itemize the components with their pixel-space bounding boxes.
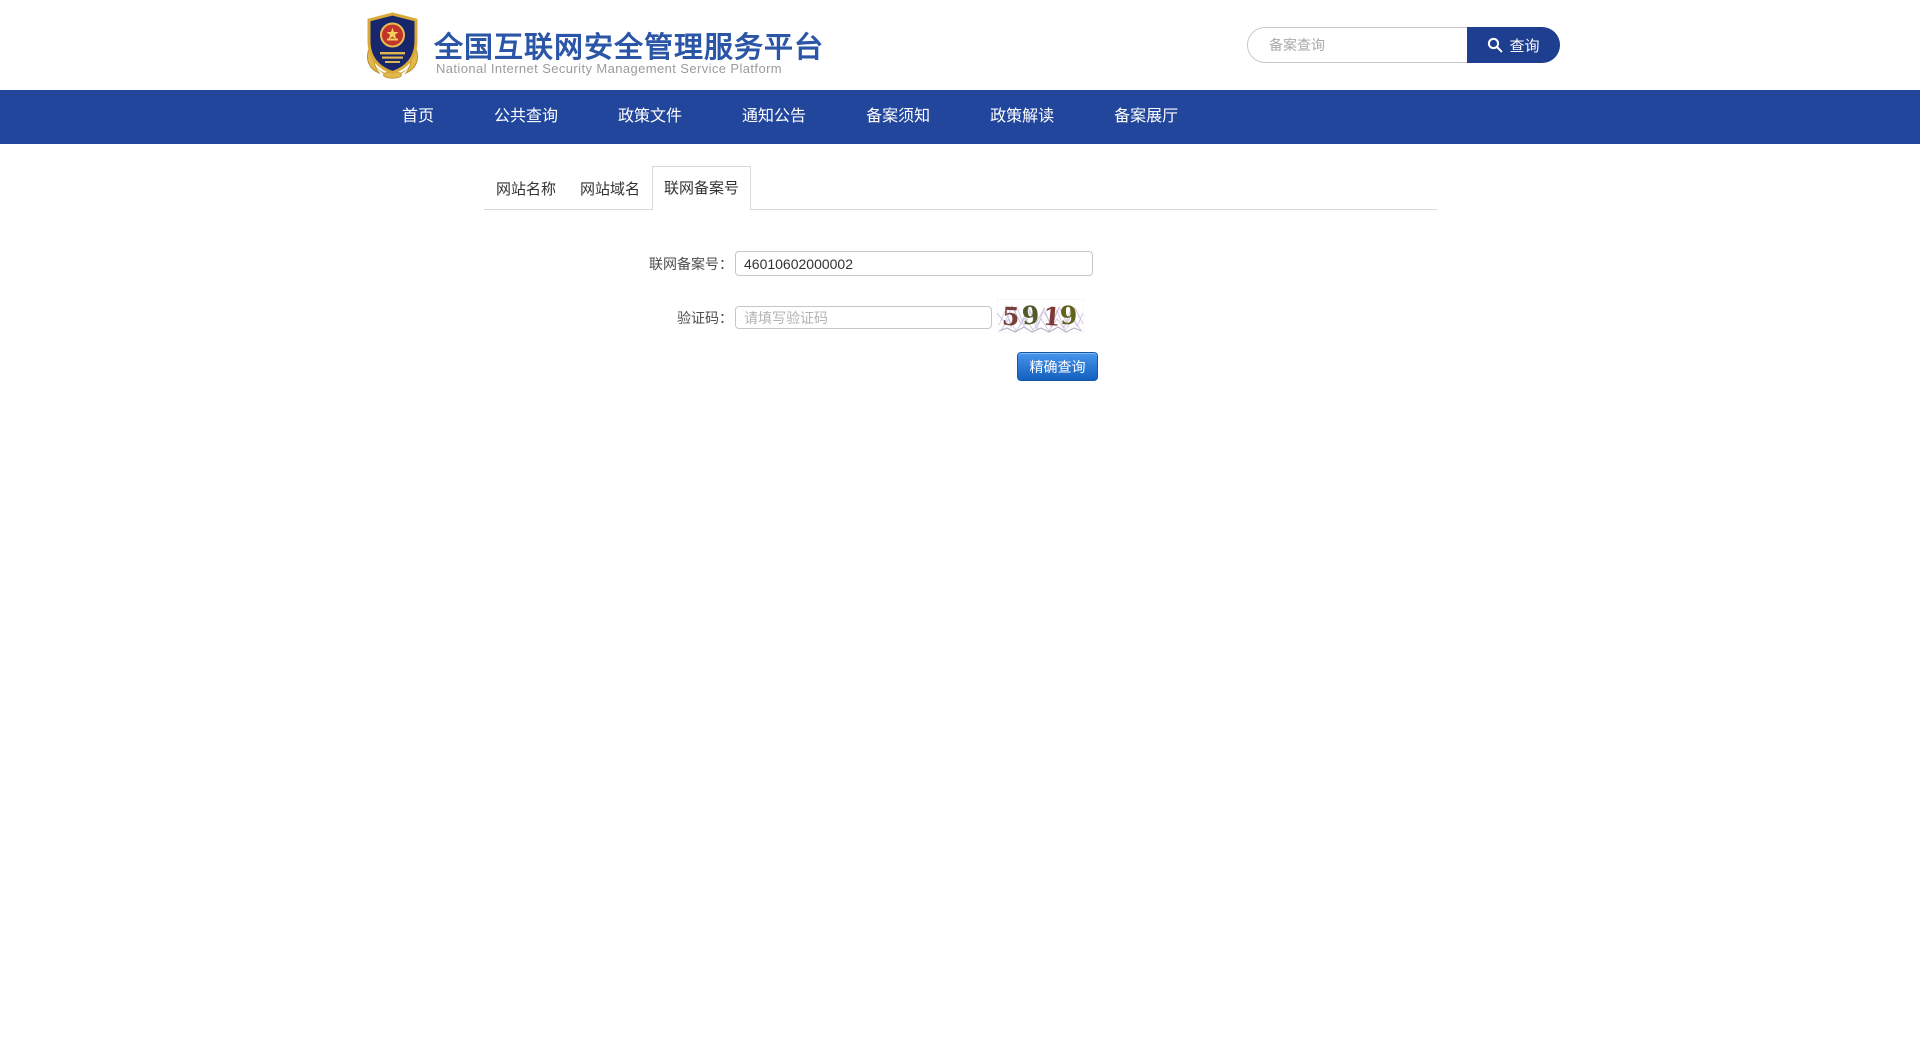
search-button[interactable]: 查询 xyxy=(1467,27,1560,63)
nav-item-policy-documents[interactable]: 政策文件 xyxy=(588,90,712,144)
search-icon xyxy=(1487,37,1503,53)
nav-items: 首页 公共查询 政策文件 通知公告 备案须知 政策解读 备案展厅 xyxy=(372,90,1920,144)
tab-filing-number[interactable]: 联网备案号 xyxy=(652,166,751,210)
page-subtitle: National Internet Security Management Se… xyxy=(436,61,782,76)
tab-website-domain[interactable]: 网站域名 xyxy=(568,166,652,209)
nav-item-notices[interactable]: 通知公告 xyxy=(712,90,836,144)
captcha-digit-4: 9 xyxy=(1059,300,1078,330)
search-button-label: 查询 xyxy=(1509,35,1539,56)
captcha-label: 验证码： xyxy=(485,306,733,330)
nav-item-filing-guide[interactable]: 备案须知 xyxy=(836,90,960,144)
captcha-digit-2: 9 xyxy=(1021,300,1040,330)
captcha-image[interactable]: 5 9 1 9 xyxy=(997,299,1084,333)
header-search: 查询 xyxy=(1247,27,1560,63)
nav-item-policy-interpretation[interactable]: 政策解读 xyxy=(960,90,1084,144)
captcha-input[interactable] xyxy=(735,306,992,329)
page-title: 全国互联网安全管理服务平台 xyxy=(434,24,824,66)
filing-number-label: 联网备案号： xyxy=(485,252,733,276)
filing-number-input[interactable] xyxy=(735,251,1093,276)
precise-query-button[interactable]: 精确查询 xyxy=(1017,352,1098,381)
nav-item-filing-hall[interactable]: 备案展厅 xyxy=(1084,90,1208,144)
captcha-digit-1: 5 xyxy=(1001,302,1020,332)
query-tabs-section: 网站名称 网站域名 联网备案号 xyxy=(484,166,1437,210)
nav-item-public-query[interactable]: 公共查询 xyxy=(464,90,588,144)
police-badge-logo xyxy=(363,11,422,79)
nav-item-home[interactable]: 首页 xyxy=(372,90,464,144)
page: 全国互联网安全管理服务平台 National Internet Security… xyxy=(0,0,1920,1040)
main-nav: 首页 公共查询 政策文件 通知公告 备案须知 政策解读 备案展厅 xyxy=(0,90,1920,144)
query-tabbar: 网站名称 网站域名 联网备案号 xyxy=(484,166,1437,210)
tab-website-name[interactable]: 网站名称 xyxy=(484,166,568,209)
